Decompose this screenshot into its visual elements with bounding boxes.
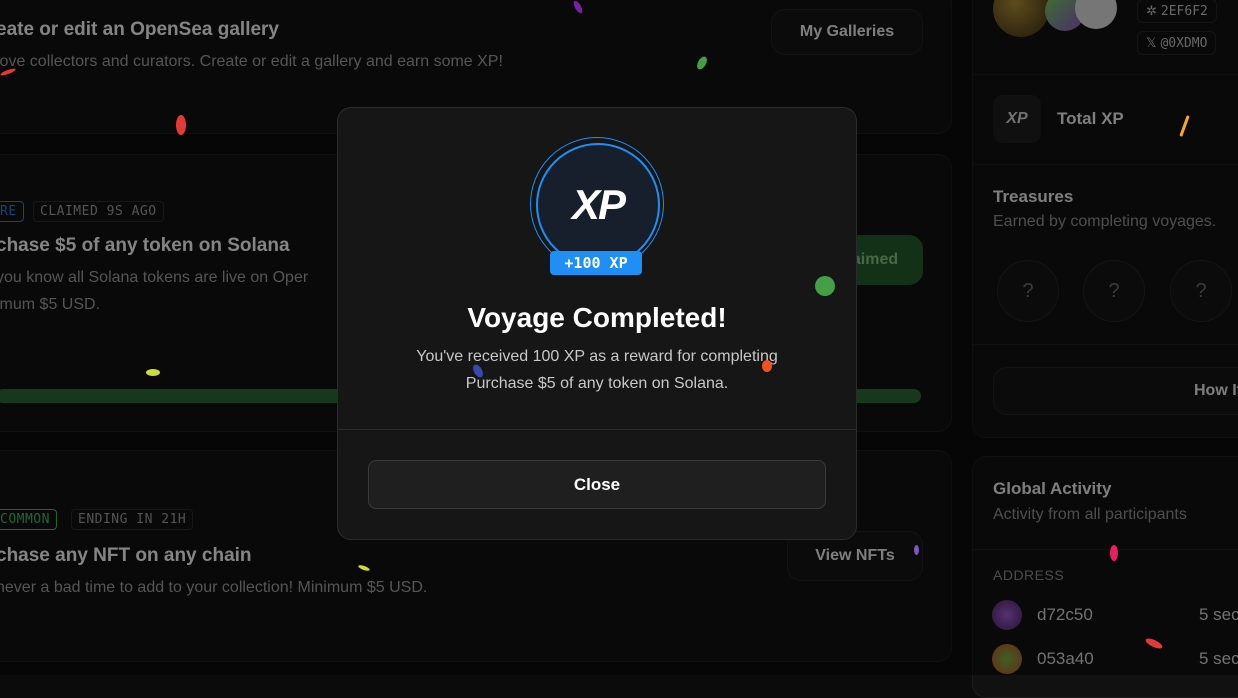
confetti-piece	[176, 115, 186, 135]
confetti-piece	[1110, 545, 1118, 561]
modal-heading: Voyage Completed!	[467, 302, 727, 333]
modal-message-line-1: You've received 100 XP as a reward for c…	[416, 348, 778, 365]
xp-reward-badge: +100 XP	[550, 251, 642, 275]
confetti-piece	[914, 545, 919, 555]
modal-divider	[338, 429, 856, 430]
confetti-piece	[762, 360, 772, 372]
xp-logo: XP	[536, 143, 660, 267]
modal-message-line-2: Purchase $5 of any token on Solana.	[465, 375, 729, 392]
close-button[interactable]: Close	[368, 460, 826, 509]
xp-logo-text: XP	[571, 181, 626, 228]
close-button-label: Close	[573, 474, 621, 494]
confetti-piece	[815, 276, 835, 296]
xp-reward-text: +100 XP	[564, 254, 628, 272]
voyage-completed-modal: XP +100 XP Voyage Completed! You've rece…	[337, 107, 857, 540]
confetti-piece	[146, 369, 160, 376]
